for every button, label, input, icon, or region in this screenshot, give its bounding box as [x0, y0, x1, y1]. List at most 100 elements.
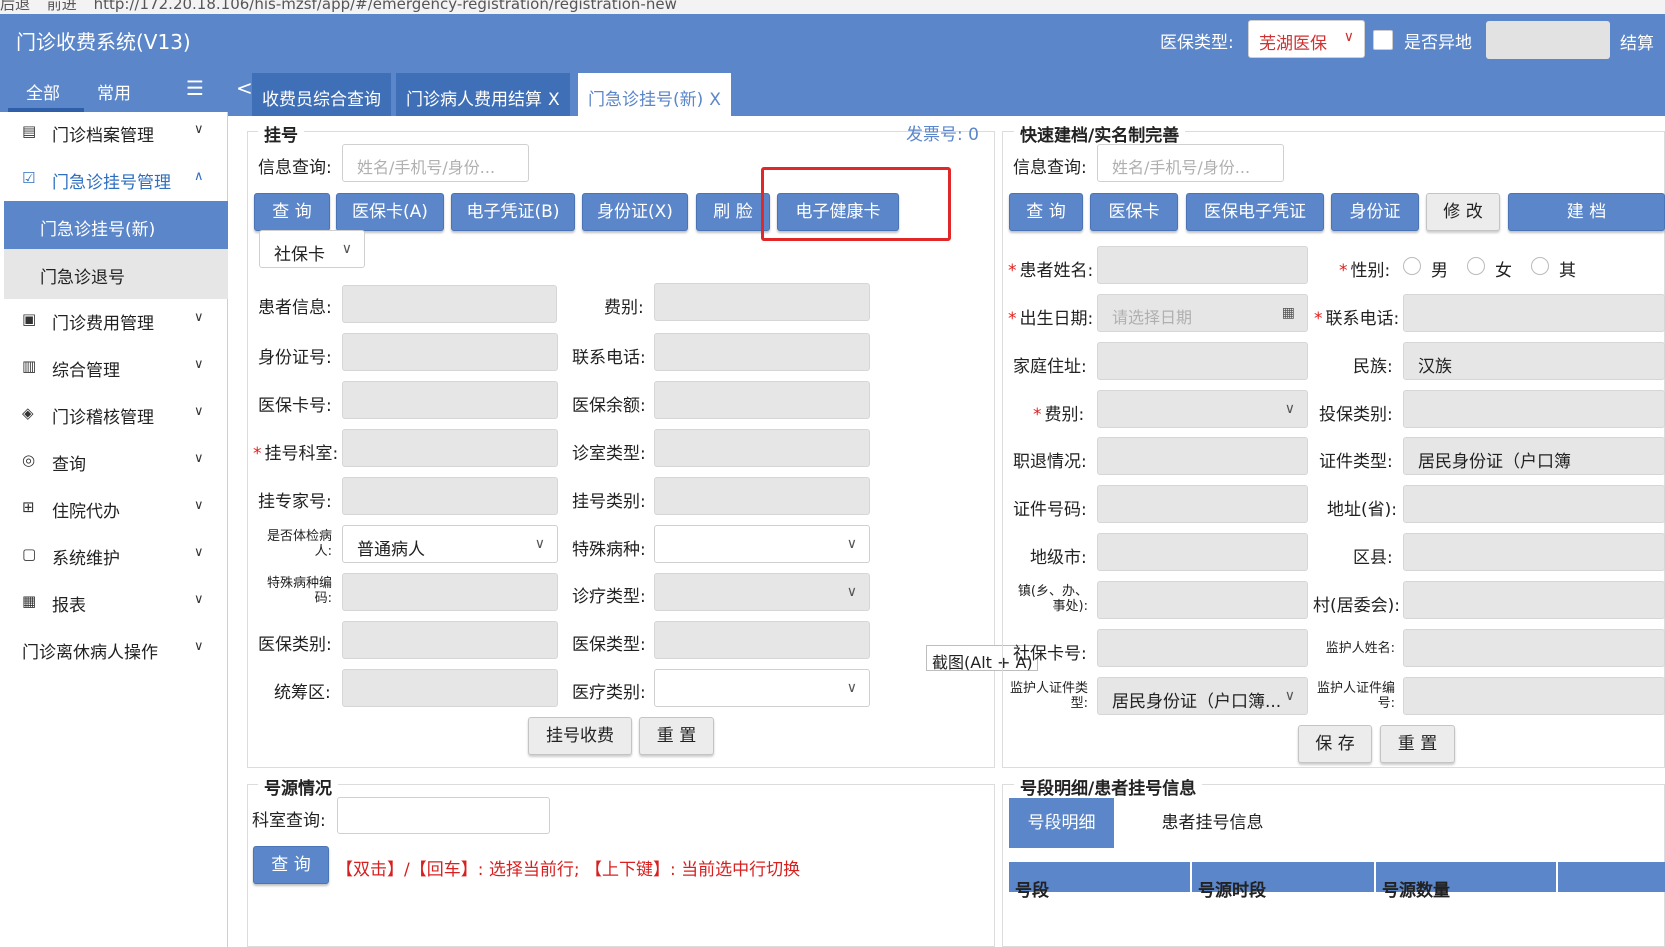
- tab-registration-new[interactable]: 门急诊挂号(新) X: [578, 73, 731, 116]
- province-field[interactable]: [1403, 485, 1665, 523]
- create-archive-button[interactable]: 建 档: [1508, 193, 1665, 231]
- gender-female-radio[interactable]: [1467, 257, 1485, 275]
- treatment-type-select[interactable]: ∨: [654, 573, 870, 611]
- social-card-field[interactable]: [1097, 629, 1308, 667]
- village-field[interactable]: [1403, 581, 1665, 619]
- close-icon[interactable]: X: [709, 90, 721, 110]
- physical-exam-select[interactable]: 普通病人 ∨: [342, 525, 558, 563]
- sidebar-item-audit[interactable]: ◈ 门诊稽核管理 ∨: [0, 390, 228, 440]
- reset-button[interactable]: 重 置: [639, 717, 714, 755]
- settle-input[interactable]: [1486, 21, 1610, 59]
- tab-patient-registration[interactable]: 患者挂号信息: [1140, 798, 1285, 848]
- sidebar-item-report[interactable]: ▦ 报表 ∨: [0, 578, 228, 628]
- town-field[interactable]: [1097, 581, 1308, 619]
- sidebar-subitem-refund[interactable]: 门急诊退号: [4, 249, 228, 299]
- insurance-type-field[interactable]: [654, 621, 870, 659]
- id-number-field[interactable]: [342, 333, 558, 371]
- pooling-area-field[interactable]: [342, 669, 558, 707]
- quick-reset-button[interactable]: 重 置: [1380, 725, 1455, 763]
- special-disease-select[interactable]: ∨: [654, 525, 870, 563]
- building-icon: ▥: [22, 357, 37, 375]
- home-address-field[interactable]: [1097, 342, 1308, 380]
- physical-exam-label: 是否体检病人:: [266, 529, 332, 559]
- guardian-doc-type-select[interactable]: 居民身份证（户口簿... ∨: [1097, 677, 1308, 715]
- sidebar-item-inpatient[interactable]: ⊞ 住院代办 ∨: [0, 484, 228, 534]
- chevron-down-icon: ∨: [194, 357, 204, 372]
- doc-type-select[interactable]: 居民身份证（户口簿: [1403, 437, 1665, 475]
- birth-date-picker[interactable]: 请选择日期 ▦: [1097, 294, 1308, 332]
- insurance-category-label: 医保类别:: [258, 635, 332, 655]
- sidebar-item-system[interactable]: ▢ 系统维护 ∨: [0, 531, 228, 581]
- sidebar-item-retired[interactable]: 门诊离休病人操作 ∨: [0, 625, 228, 675]
- close-icon[interactable]: X: [548, 90, 560, 110]
- sidebar-tab-all[interactable]: 全部: [26, 79, 60, 104]
- e-voucher-button[interactable]: 电子凭证(B): [451, 193, 575, 231]
- insurance-card-button[interactable]: 医保卡(A): [336, 193, 444, 231]
- chevron-down-icon: ∨: [534, 536, 545, 552]
- sidebar-subitem-registration-new[interactable]: 门急诊挂号(新): [4, 201, 228, 251]
- info-query-input[interactable]: 姓名/手机号/身份...: [342, 144, 529, 182]
- guardian-name-field[interactable]: [1403, 629, 1665, 667]
- face-scan-button[interactable]: 刷 脸: [696, 193, 770, 231]
- browser-url[interactable]: http://172.20.18.106/his-mzsf/app/#/emer…: [94, 0, 677, 13]
- card-type-select[interactable]: 社保卡 ∨: [259, 230, 365, 268]
- quick-phone-field[interactable]: [1403, 294, 1665, 332]
- remote-checkbox[interactable]: [1373, 30, 1393, 50]
- reg-category-field[interactable]: [654, 477, 870, 515]
- tab-cashier-query[interactable]: 收费员综合查询: [252, 73, 391, 116]
- browser-back-button[interactable]: 后退: [0, 0, 30, 13]
- sidebar-item-general[interactable]: ▥ 综合管理 ∨: [0, 343, 228, 393]
- register-charge-button[interactable]: 挂号收费: [528, 717, 632, 755]
- special-disease-code-label: 特殊病种编码:: [266, 576, 332, 606]
- district-field[interactable]: [1403, 533, 1665, 571]
- quick-id-card-button[interactable]: 身份证: [1331, 193, 1419, 231]
- insurance-type-select[interactable]: 芜湖医保 ∨: [1248, 20, 1365, 58]
- browser-forward-button[interactable]: 前进: [47, 0, 77, 13]
- menu-collapse-icon[interactable]: ☰: [186, 76, 204, 100]
- department-field[interactable]: [342, 429, 558, 467]
- phone-field[interactable]: [654, 333, 870, 371]
- settle-label: 结算: [1620, 34, 1654, 54]
- doc-number-field[interactable]: [1097, 485, 1308, 523]
- insurance-category-field[interactable]: [342, 621, 558, 659]
- room-type-field[interactable]: [654, 429, 870, 467]
- column-header-time-slot[interactable]: 号源时段: [1192, 862, 1374, 901]
- gender-male-radio[interactable]: [1403, 257, 1421, 275]
- sidebar-tab-common[interactable]: 常用: [97, 79, 131, 104]
- tab-fee-settlement[interactable]: 门诊病人费用结算 X: [396, 73, 570, 116]
- dept-query-input[interactable]: [337, 797, 550, 834]
- special-disease-code-field[interactable]: [342, 573, 558, 611]
- sidebar-item-query[interactable]: ◎ 查询 ∨: [0, 437, 228, 487]
- chevron-left-icon[interactable]: <: [236, 76, 253, 100]
- phone-label: 联系电话:: [572, 348, 646, 368]
- insurance-card-field[interactable]: [342, 381, 558, 419]
- quick-query-input[interactable]: 姓名/手机号/身份...: [1097, 144, 1284, 182]
- quick-query-button[interactable]: 查 询: [1009, 193, 1083, 231]
- balance-field[interactable]: [654, 381, 870, 419]
- query-button[interactable]: 查 询: [254, 193, 330, 231]
- ethnic-select[interactable]: 汉族: [1403, 342, 1665, 380]
- source-query-button[interactable]: 查 询: [253, 846, 329, 884]
- insured-category-field[interactable]: [1403, 390, 1665, 428]
- guardian-doc-number-field[interactable]: [1403, 677, 1665, 715]
- gender-other-radio[interactable]: [1531, 257, 1549, 275]
- sidebar-item-fees[interactable]: ▣ 门诊费用管理 ∨: [0, 296, 228, 346]
- column-header-count[interactable]: 号源数量: [1376, 862, 1556, 901]
- expert-field[interactable]: [342, 477, 558, 515]
- sidebar-item-archive[interactable]: ▤ 门诊档案管理 ∨: [0, 108, 228, 158]
- tab-segment-detail[interactable]: 号段明细: [1009, 798, 1114, 848]
- city-field[interactable]: [1097, 533, 1308, 571]
- id-card-button[interactable]: 身份证(X): [582, 193, 688, 231]
- patient-info-field[interactable]: [342, 285, 557, 323]
- column-header-segment[interactable]: 号段: [1009, 862, 1190, 901]
- patient-name-field[interactable]: [1097, 246, 1308, 284]
- retirement-field[interactable]: [1097, 437, 1308, 475]
- quick-e-voucher-button[interactable]: 医保电子凭证: [1186, 193, 1324, 231]
- quick-fee-type-select[interactable]: ∨: [1097, 390, 1308, 428]
- sidebar-item-registration[interactable]: ☑ 门急诊挂号管理 ∧: [0, 155, 228, 205]
- fee-type-field[interactable]: [654, 283, 870, 321]
- quick-insurance-card-button[interactable]: 医保卡: [1090, 193, 1178, 231]
- save-button[interactable]: 保 存: [1298, 725, 1372, 763]
- modify-button[interactable]: 修 改: [1426, 193, 1500, 231]
- medical-category-select[interactable]: ∨: [654, 669, 870, 707]
